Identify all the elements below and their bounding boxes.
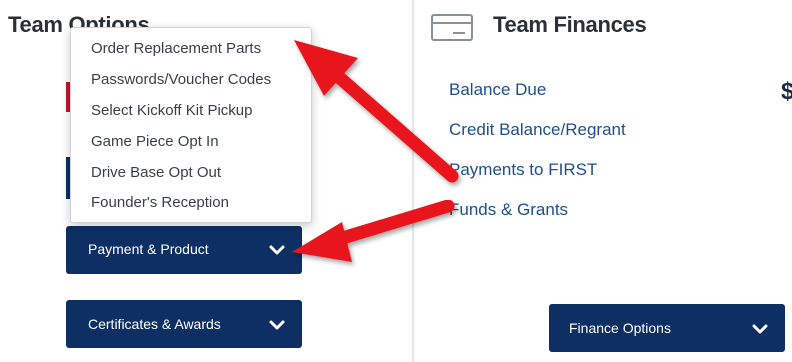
balance-amount: $ bbox=[781, 78, 792, 105]
chevron-down-icon bbox=[269, 245, 285, 255]
menu-item-select-kickoff-kit-pickup[interactable]: Select Kickoff Kit Pickup bbox=[91, 102, 252, 119]
certificates-awards-label: Certificates & Awards bbox=[88, 316, 221, 332]
menu-item-drive-base-opt-out[interactable]: Drive Base Opt Out bbox=[91, 164, 221, 181]
credit-card-icon bbox=[431, 14, 473, 41]
menu-item-game-piece-opt-in[interactable]: Game Piece Opt In bbox=[91, 133, 219, 150]
chevron-down-icon bbox=[752, 324, 768, 334]
chevron-down-icon bbox=[269, 320, 285, 330]
finance-options-button[interactable]: Finance Options bbox=[549, 304, 785, 352]
team-finances-title: Team Finances bbox=[493, 12, 647, 37]
column-divider bbox=[412, 0, 414, 362]
payment-product-button[interactable]: Payment & Product bbox=[66, 226, 302, 274]
team-options-dropdown-menu: Order Replacement Parts Passwords/Vouche… bbox=[70, 27, 312, 223]
finance-options-label: Finance Options bbox=[569, 320, 671, 336]
menu-item-founders-reception[interactable]: Founder's Reception bbox=[91, 194, 229, 211]
payments-to-first-link[interactable]: Payments to FIRST bbox=[449, 160, 597, 180]
arrow-to-payment-product bbox=[292, 199, 455, 262]
menu-item-passwords-voucher-codes[interactable]: Passwords/Voucher Codes bbox=[91, 71, 271, 88]
arrow-to-order-replacement-parts bbox=[294, 40, 459, 183]
certificates-awards-button[interactable]: Certificates & Awards bbox=[66, 300, 302, 348]
balance-due-link[interactable]: Balance Due bbox=[449, 80, 546, 100]
credit-balance-regrant-link[interactable]: Credit Balance/Regrant bbox=[449, 120, 626, 140]
funds-grants-link[interactable]: Funds & Grants bbox=[449, 200, 568, 220]
payment-product-label: Payment & Product bbox=[88, 241, 209, 257]
menu-item-order-replacement-parts[interactable]: Order Replacement Parts bbox=[91, 40, 261, 57]
